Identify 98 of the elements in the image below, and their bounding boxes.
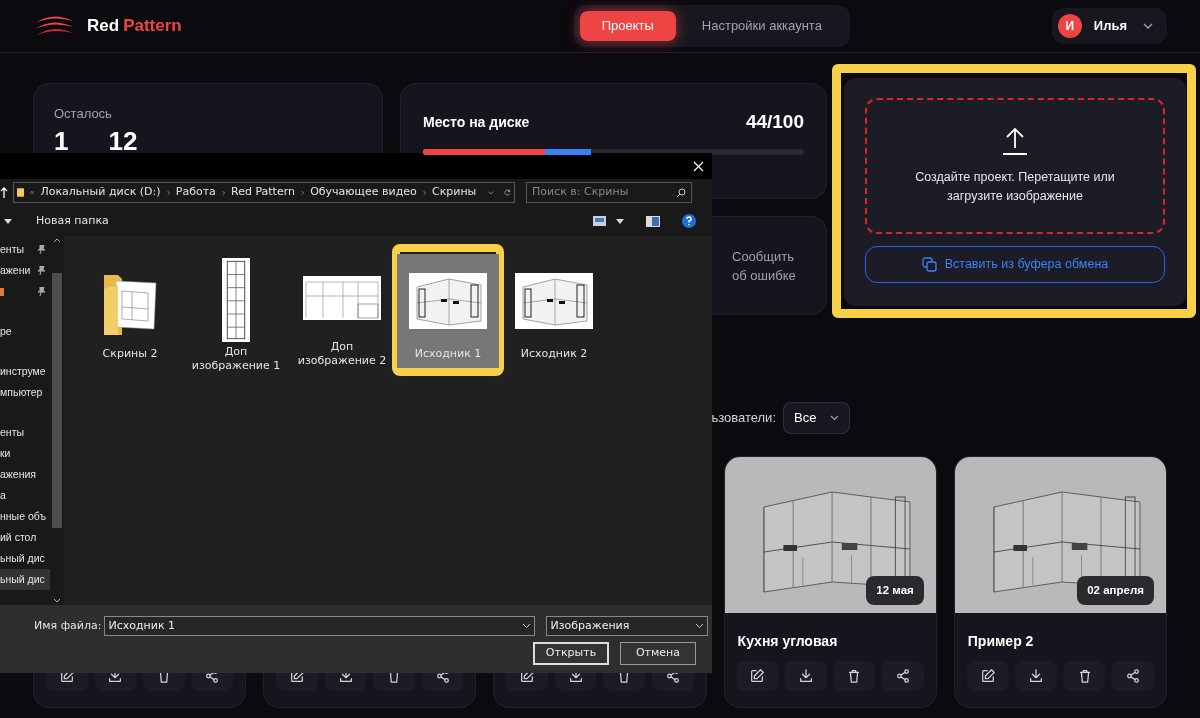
tab[interactable]: Настройки аккаунта (679, 11, 844, 41)
breadcrumb[interactable]: Локальный диск (D:) (40, 184, 161, 201)
share-button[interactable] (1112, 661, 1154, 691)
breadcrumb[interactable]: Red Pattern (231, 184, 295, 201)
user-filter-select[interactable]: Все (783, 402, 850, 434)
edit-button[interactable] (966, 661, 1009, 691)
project-card[interactable]: 02 апреля Пример 2 (953, 456, 1167, 708)
chevron-right-icon (422, 188, 426, 197)
view-icon[interactable] (593, 216, 606, 226)
disk-usage: 44/100 (745, 110, 804, 134)
breadcrumb[interactable]: Обучающее видео (310, 184, 417, 201)
cancel-button[interactable]: Отмена (620, 642, 696, 665)
file-name: Доп изображение 1 (190, 345, 282, 373)
download-button[interactable] (1015, 661, 1057, 691)
caret-down-icon[interactable] (616, 218, 624, 224)
edit-icon (749, 668, 766, 684)
drop-zone-text: Создайте проект. Перетащите или загрузите изображение (914, 169, 1116, 205)
brand-name: Pattern (123, 15, 182, 38)
scroll-down-icon[interactable] (53, 598, 61, 603)
date-badge: 02 апреля (1077, 575, 1154, 605)
project-title: Кухня угловая (736, 632, 839, 651)
edit-icon (979, 668, 996, 684)
nav-item[interactable]: инструме (0, 361, 50, 382)
nav-item[interactable]: ьный дис (0, 548, 50, 569)
nav-item[interactable]: ажения (0, 464, 50, 485)
remaining-hours: 12 (108, 127, 138, 154)
file-name: Исходник 2 (519, 347, 589, 361)
card-label: Осталось (54, 105, 113, 123)
drop-zone[interactable]: Создайте проект. Перетащите или загрузите изображение (865, 98, 1165, 234)
close-icon[interactable] (693, 160, 704, 172)
open-button[interactable]: Открыть (533, 642, 609, 665)
search-field[interactable]: Поиск в: Скрины (526, 182, 692, 203)
file-item[interactable]: Исходник 2 (503, 254, 605, 368)
file-item[interactable]: Скрины 2 (79, 254, 181, 368)
up-arrow-icon[interactable] (0, 186, 8, 199)
share-button[interactable] (882, 661, 924, 691)
chevron-down-icon (1143, 23, 1153, 29)
tab[interactable]: Проекты (579, 11, 676, 41)
breadcrumb[interactable]: Работа (175, 184, 216, 201)
nav-item[interactable]: ьный дис (0, 569, 50, 590)
chevron-right-icon (166, 188, 170, 197)
scrollbar-thumb[interactable] (52, 273, 62, 528)
card-title: Место на диске (423, 112, 530, 132)
nav-item[interactable]: ий стол (0, 527, 50, 548)
copy-icon (921, 257, 937, 272)
filter-label: ьзователи: (711, 409, 776, 428)
trash-button[interactable] (1063, 661, 1106, 691)
search-placeholder: Поиск в: Скрины (532, 184, 629, 201)
file-item[interactable]: Доп изображение 2 (291, 254, 393, 368)
user-name: Илья (1093, 17, 1127, 36)
file-item[interactable]: Исходник 1 (397, 254, 499, 368)
file-name: Скрины 2 (101, 347, 159, 361)
search-icon (676, 187, 686, 198)
file-name: Исходник 1 (413, 347, 483, 361)
paste-button[interactable]: Вставить из буфера обмена (865, 246, 1165, 283)
nav-item[interactable]: енты (0, 422, 50, 443)
edit-button[interactable] (736, 661, 779, 691)
nav-item[interactable]: нные объ (0, 506, 50, 527)
file-name: Доп изображение 2 (296, 340, 388, 368)
field-label: Имя файла: (34, 617, 102, 634)
file-type-select[interactable]: Изображения (546, 616, 709, 636)
project-card[interactable]: 12 мая Кухня угловая (723, 456, 937, 708)
upload-icon (1000, 126, 1030, 156)
nav-item[interactable]: ки (0, 443, 50, 464)
preview-pane-icon[interactable] (646, 215, 660, 227)
remaining-days: 1 (54, 127, 69, 154)
nav-item[interactable]: ре (0, 321, 50, 342)
double-chevron-icon (30, 189, 35, 196)
date-badge: 12 мая (866, 575, 924, 605)
report-link[interactable]: Сообщить об ошибке (732, 246, 802, 285)
download-button[interactable] (785, 661, 827, 691)
nav-item[interactable]: енты (0, 239, 50, 260)
chevron-down-icon (695, 623, 705, 629)
download-icon (797, 668, 814, 684)
help-icon[interactable] (682, 214, 696, 228)
trash-button[interactable] (833, 661, 876, 691)
avatar: И (1057, 14, 1082, 38)
brand-name: Red (87, 15, 120, 38)
chevron-down-icon (522, 623, 532, 629)
share-icon (895, 668, 911, 684)
filename-field[interactable]: Исходник 1 (104, 616, 536, 636)
nav-item[interactable]: а (0, 485, 50, 506)
new-folder-button[interactable]: Новая папка (36, 212, 109, 230)
address-bar[interactable]: Локальный диск (D:) Работа Red Pattern Обучающее видео Скрины (13, 182, 515, 203)
chevron-right-icon (221, 188, 225, 197)
scroll-up-icon[interactable] (53, 238, 61, 243)
share-icon (1125, 668, 1142, 684)
chevron-right-icon (301, 188, 305, 197)
project-title: Пример 2 (966, 632, 1035, 651)
caret-down-icon[interactable] (4, 218, 12, 224)
chevron-down-icon[interactable] (488, 189, 495, 196)
breadcrumb[interactable]: Скрины (431, 184, 477, 201)
chevron-down-icon (830, 415, 839, 421)
nav-item[interactable]: мпьютер (0, 382, 50, 403)
user-menu[interactable]: И Илья (1051, 8, 1167, 44)
nav-item[interactable]: ажени (0, 260, 50, 281)
refresh-icon[interactable] (504, 187, 512, 198)
download-icon (1028, 668, 1045, 684)
